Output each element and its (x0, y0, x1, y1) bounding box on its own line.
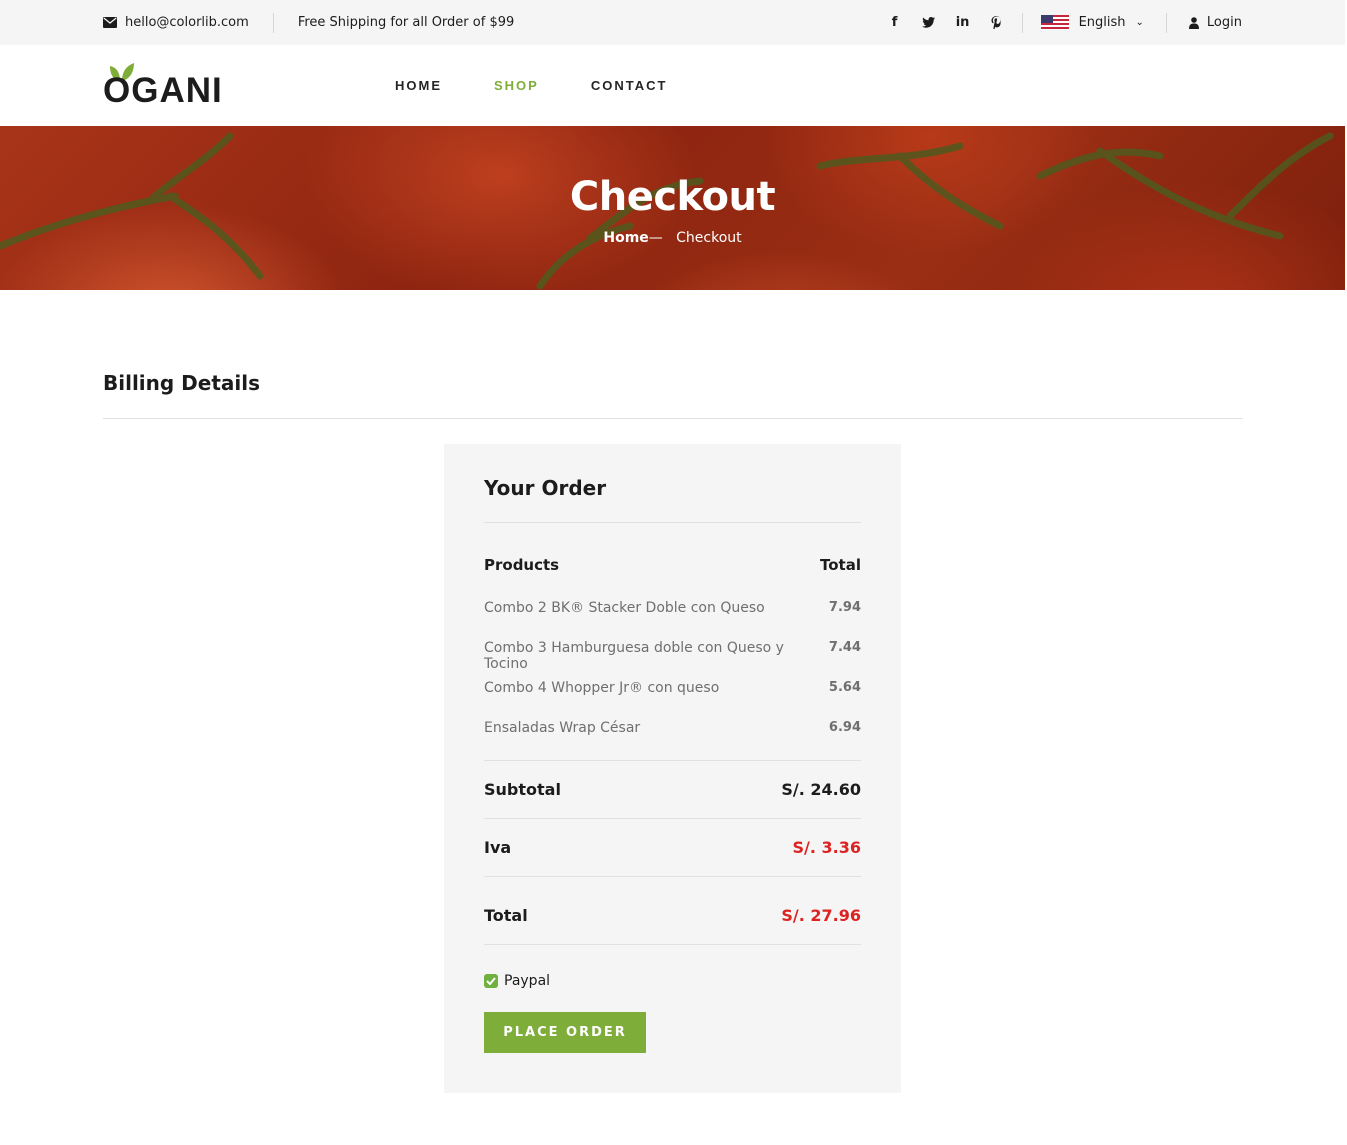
page-title: Checkout (569, 174, 776, 220)
order-item-price: 5.64 (828, 680, 861, 695)
total-label: Total (484, 906, 528, 925)
email-contact[interactable]: hello@colorlib.com (103, 15, 249, 30)
top-bar-left: hello@colorlib.com Free Shipping for all… (103, 0, 514, 45)
order-item-price: 7.44 (828, 640, 861, 655)
total-value: S/. 27.96 (781, 906, 861, 925)
paypal-checkbox[interactable] (484, 974, 498, 988)
nav-shop[interactable]: SHOP (494, 78, 539, 93)
order-item-name: Combo 3 Hamburguesa doble con Queso y To… (484, 640, 784, 672)
twitter-icon[interactable] (922, 17, 936, 28)
subtotal-label: Subtotal (484, 780, 561, 799)
breadcrumb-hero: Checkout Home— Checkout (0, 126, 1345, 290)
paypal-option[interactable]: Paypal (484, 973, 550, 989)
language-label: English (1078, 15, 1126, 30)
order-divider (484, 522, 861, 523)
checkmark-icon (486, 977, 496, 985)
user-icon (1188, 16, 1199, 29)
shipping-notice: Free Shipping for all Order of $99 (297, 15, 515, 30)
email-text: hello@colorlib.com (125, 15, 249, 30)
iva-label: Iva (484, 838, 512, 857)
order-divider (484, 818, 861, 819)
order-item-name: Combo 4 Whopper Jr® con queso (484, 680, 720, 696)
top-bar: hello@colorlib.com Free Shipping for all… (0, 0, 1345, 45)
breadcrumb: Home— Checkout (0, 230, 1345, 246)
order-header: Products Total (484, 556, 861, 574)
nav-home[interactable]: HOME (395, 78, 442, 93)
linkedin-icon[interactable]: in (956, 15, 970, 30)
divider (272, 12, 274, 33)
breadcrumb-home[interactable]: Home (603, 230, 648, 246)
products-column-header: Products (484, 556, 560, 574)
main-nav: HOME SHOP CONTACT (395, 45, 719, 126)
iva-value: S/. 3.36 (792, 838, 862, 857)
order-divider (484, 944, 861, 945)
site-header: OGANI HOME SHOP CONTACT (0, 45, 1345, 126)
breadcrumb-separator: — (648, 230, 663, 246)
order-divider (484, 760, 861, 761)
total-column-header: Total (820, 556, 861, 574)
billing-divider (103, 418, 1243, 419)
order-divider (484, 876, 861, 877)
divider (1165, 12, 1167, 33)
pinterest-icon[interactable] (990, 16, 1004, 29)
login-link[interactable]: Login (1188, 15, 1242, 30)
iva-row: Iva S/. 3.36 (484, 838, 861, 857)
us-flag-icon (1040, 15, 1069, 30)
paypal-label: Paypal (504, 973, 551, 989)
order-summary: Your Order Products Total Combo 2 BK® St… (444, 444, 901, 1093)
order-item-name: Ensaladas Wrap César (484, 720, 641, 736)
ogani-logo[interactable]: OGANI (103, 62, 223, 108)
login-label: Login (1206, 15, 1242, 30)
order-item-name: Combo 2 BK® Stacker Doble con Queso (484, 600, 765, 616)
breadcrumb-current: Checkout (676, 230, 742, 246)
order-item-price: 6.94 (828, 720, 861, 735)
subtotal-row: Subtotal S/. 24.60 (484, 780, 861, 799)
facebook-icon[interactable]: f (888, 15, 902, 30)
logo-text: OGANI (103, 71, 223, 110)
order-item: Ensaladas Wrap César 6.94 (484, 720, 861, 736)
place-order-button[interactable]: PLACE ORDER (484, 1012, 646, 1053)
order-item: Combo 4 Whopper Jr® con queso 5.64 (484, 680, 861, 696)
divider (1021, 12, 1023, 33)
order-title: Your Order (484, 476, 607, 500)
subtotal-value: S/. 24.60 (781, 780, 861, 799)
total-row: Total S/. 27.96 (484, 906, 861, 925)
billing-details-heading: Billing Details (103, 371, 261, 395)
order-item: Combo 3 Hamburguesa doble con Queso y To… (484, 640, 861, 672)
social-links: f in (888, 15, 1004, 30)
envelope-icon (103, 17, 117, 28)
order-item-price: 7.94 (828, 600, 861, 615)
chevron-down-icon: ⌄ (1135, 17, 1144, 28)
nav-contact[interactable]: CONTACT (591, 78, 668, 93)
top-bar-right: f in English ⌄ Login (888, 0, 1242, 45)
language-selector[interactable]: English ⌄ (1040, 15, 1144, 30)
order-item: Combo 2 BK® Stacker Doble con Queso 7.94 (484, 600, 861, 616)
